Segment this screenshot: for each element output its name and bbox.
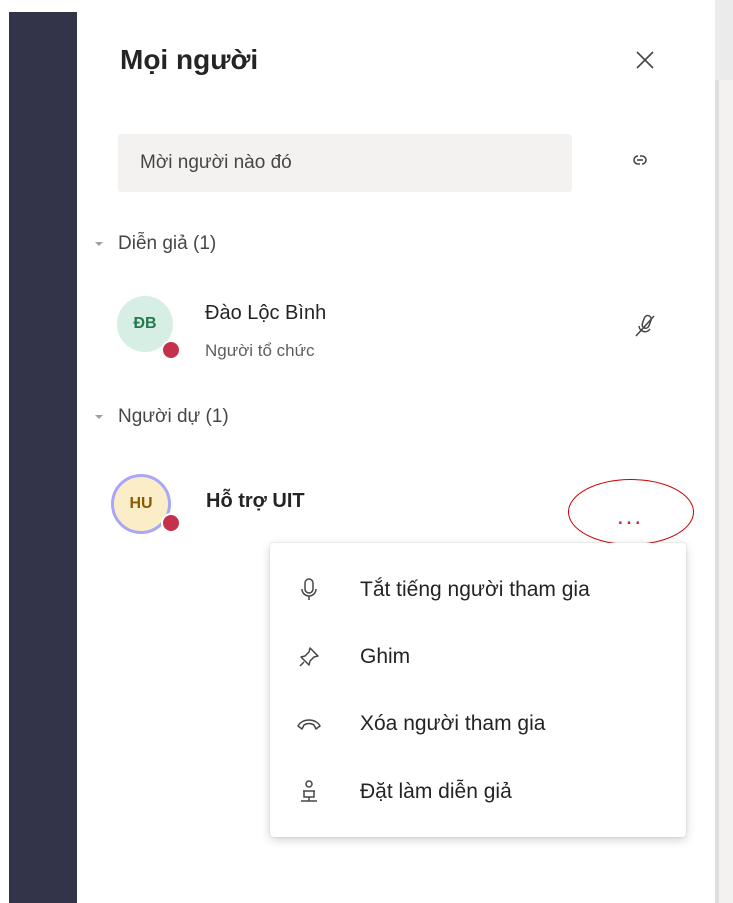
caret-down-icon: [95, 415, 103, 419]
panel-scrollbar[interactable]: [715, 80, 719, 903]
person-name: Hỗ trợ UIT: [206, 490, 305, 512]
close-button[interactable]: [630, 45, 660, 75]
status-busy-badge: [161, 513, 181, 533]
participant-context-menu: Tắt tiếng người tham gia Ghim Xóa người …: [270, 543, 686, 837]
menu-item-make-presenter[interactable]: Đặt làm diễn giả: [270, 765, 686, 819]
presenter-icon: [296, 779, 322, 805]
link-icon: [633, 155, 647, 165]
menu-item-mute-participant[interactable]: Tắt tiếng người tham gia: [270, 563, 686, 617]
microphone-icon: [296, 577, 322, 603]
menu-item-remove-participant[interactable]: Xóa người tham gia: [270, 697, 686, 751]
menu-item-label: Tắt tiếng người tham gia: [360, 578, 590, 601]
mic-status-button[interactable]: [630, 310, 660, 340]
more-options-button[interactable]: ...: [608, 503, 652, 533]
person-role: Người tổ chức: [205, 341, 315, 360]
person-name: Đào Lộc Bình: [205, 302, 327, 324]
section-attendees-label: Người dự (1): [118, 406, 229, 427]
app-rail: [0, 0, 77, 903]
status-busy-badge: [161, 340, 181, 360]
menu-item-label: Ghim: [360, 645, 411, 668]
mic-off-icon: [635, 314, 655, 337]
close-icon: [636, 51, 654, 69]
stage-edge: [715, 0, 733, 903]
avatar-initials: HU: [129, 495, 153, 512]
menu-item-label: Đặt làm diễn giả: [360, 780, 512, 803]
caret-down-icon: [95, 242, 103, 246]
rail-top-gap: [0, 0, 77, 12]
stage-header-band: [715, 0, 733, 80]
section-presenters-label: Diễn giả (1): [118, 233, 217, 254]
pin-icon: [296, 644, 322, 670]
menu-item-label: Xóa người tham gia: [360, 712, 546, 735]
menu-item-pin[interactable]: Ghim: [270, 630, 686, 684]
hang-up-icon: [296, 711, 322, 737]
section-presenters-header[interactable]: Diễn giả (1): [92, 233, 216, 255]
avatar-initials: ĐB: [133, 315, 157, 332]
rail-edge: [0, 0, 9, 903]
share-invite-link-button[interactable]: [625, 145, 655, 175]
panel-title: Mọi người: [120, 44, 259, 75]
section-attendees-header[interactable]: Người dự (1): [92, 406, 229, 428]
invite-someone-input[interactable]: [118, 134, 572, 192]
